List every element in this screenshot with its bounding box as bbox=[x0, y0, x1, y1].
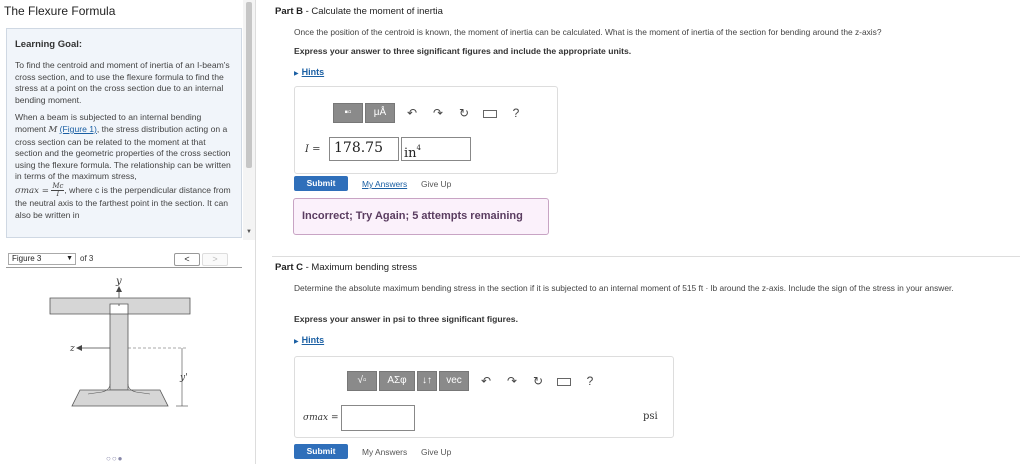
unit-exponent: 4 bbox=[416, 144, 421, 152]
right-panel: Part B - Calculate the moment of inertia… bbox=[262, 0, 1024, 464]
part-b-feedback: Incorrect; Try Again; 5 attempts remaini… bbox=[293, 198, 549, 235]
part-b-hints-link[interactable]: ▶ Hints bbox=[294, 67, 324, 77]
part-b-my-answers-link[interactable]: My Answers bbox=[362, 179, 407, 189]
next-figure-button[interactable]: > bbox=[202, 253, 228, 266]
part-c-question: Determine the absolute maximum bending s… bbox=[294, 283, 954, 293]
part-b-give-up-link[interactable]: Give Up bbox=[421, 179, 451, 189]
bottom-flange bbox=[71, 389, 169, 407]
previous-figure-button[interactable]: < bbox=[174, 253, 200, 266]
part-separator bbox=[272, 256, 1020, 257]
part-c-answer-box: √▫ ΑΣφ ↓↑ vec ↶ ↷ ↻ ? σmax = psi bbox=[294, 356, 674, 438]
part-b-hints-label: Hints bbox=[301, 67, 325, 77]
sigma-max-value-input[interactable] bbox=[341, 405, 415, 431]
part-c-submit-button[interactable]: Submit bbox=[294, 444, 348, 459]
expand-triangle-icon: ▶ bbox=[294, 339, 299, 345]
undo-icon[interactable]: ↶ bbox=[475, 371, 497, 391]
subscript-superscript-button[interactable]: ↓↑ bbox=[417, 371, 437, 391]
templates-button[interactable]: ▪▫ bbox=[333, 103, 363, 123]
top-flange bbox=[49, 297, 191, 315]
web bbox=[109, 313, 129, 391]
templates-button[interactable]: √▫ bbox=[347, 371, 377, 391]
formula-denominator: I bbox=[56, 189, 60, 198]
figure-navigation: Figure 3 ▼ of 3 < > bbox=[6, 252, 242, 268]
scrollbar-thumb[interactable] bbox=[246, 2, 252, 168]
undo-icon[interactable]: ↶ bbox=[401, 103, 423, 123]
units-button[interactable]: μÅ bbox=[365, 103, 395, 123]
moment-of-inertia-label: I = bbox=[305, 144, 321, 155]
part-c-hints-link[interactable]: ▶ Hints bbox=[294, 335, 324, 345]
unit-text: in bbox=[404, 146, 417, 161]
z-axis-label: z bbox=[69, 344, 75, 354]
figure-pager-dots[interactable]: ○○● bbox=[106, 454, 124, 463]
part-b-toolbar: ▪▫ μÅ ↶ ↷ ↻ ? bbox=[333, 103, 527, 123]
keyboard-icon[interactable] bbox=[553, 371, 575, 391]
redo-icon[interactable]: ↷ bbox=[427, 103, 449, 123]
figure-1-link[interactable]: (Figure 1) bbox=[60, 124, 97, 134]
symbols-button[interactable]: ΑΣφ bbox=[379, 371, 415, 391]
y-axis-label: y bbox=[115, 276, 122, 287]
dropdown-arrow-icon: ▼ bbox=[66, 255, 73, 262]
scroll-down-arrow-icon[interactable]: ▼ bbox=[246, 229, 252, 235]
learning-goal-paragraph-2: When a beam is subjected to an internal … bbox=[15, 112, 233, 221]
part-c-instruction: Express your answer in psi to three sign… bbox=[294, 314, 518, 324]
z-axis-arrowhead bbox=[76, 345, 82, 351]
part-c-my-answers-link[interactable]: My Answers bbox=[362, 447, 407, 457]
part-c-heading: - Maximum bending stress bbox=[302, 262, 418, 273]
i-beam-figure: y z y' bbox=[49, 276, 191, 407]
part-b-instruction: Express your answer to three significant… bbox=[294, 46, 632, 56]
ybar-label: y' bbox=[179, 373, 188, 383]
part-b-label: Part B bbox=[275, 6, 303, 17]
part-c-give-up-link[interactable]: Give Up bbox=[421, 447, 451, 457]
moment-of-inertia-value-input[interactable]: 178.75 bbox=[329, 137, 399, 161]
help-icon[interactable]: ? bbox=[579, 371, 601, 391]
part-c-label: Part C bbox=[275, 262, 303, 273]
panel-divider bbox=[255, 0, 256, 464]
learning-goal-heading: Learning Goal: bbox=[15, 39, 83, 50]
part-b-title: Part B - Calculate the moment of inertia bbox=[275, 6, 443, 17]
part-c-toolbar: √▫ ΑΣφ ↓↑ vec ↶ ↷ ↻ ? bbox=[347, 371, 601, 391]
psi-unit-label: psi bbox=[643, 411, 658, 422]
formula-lhs: σmax = bbox=[15, 185, 49, 196]
redo-icon[interactable]: ↷ bbox=[501, 371, 523, 391]
part-b-submit-button[interactable]: Submit bbox=[294, 176, 348, 191]
sigma-max-label: σmax = bbox=[303, 413, 339, 423]
part-b-answer-box: ▪▫ μÅ ↶ ↷ ↻ ? I = 178.75 in4 bbox=[294, 86, 558, 174]
vector-button[interactable]: vec bbox=[439, 371, 469, 391]
app-title: The Flexure Formula bbox=[4, 4, 116, 18]
expand-triangle-icon: ▶ bbox=[294, 71, 299, 77]
left-panel: The Flexure Formula Learning Goal: To fi… bbox=[0, 0, 255, 464]
part-c-hints-label: Hints bbox=[301, 335, 325, 345]
learning-goal-box: Learning Goal: To find the centroid and … bbox=[6, 28, 242, 238]
figure-select-value: Figure 3 bbox=[12, 254, 42, 263]
reset-icon[interactable]: ↻ bbox=[527, 371, 549, 391]
part-b-question: Once the position of the centroid is kno… bbox=[294, 27, 882, 37]
left-panel-scrollbar[interactable]: ▼ bbox=[243, 0, 255, 240]
moment-symbol: M bbox=[48, 124, 58, 135]
figure-select[interactable]: Figure 3 ▼ bbox=[8, 253, 76, 265]
learning-goal-text: To find the centroid and moment of inert… bbox=[15, 60, 230, 105]
moment-of-inertia-unit-input[interactable]: in4 bbox=[401, 137, 471, 161]
keyboard-icon[interactable] bbox=[479, 103, 501, 123]
figure-count: of 3 bbox=[80, 254, 94, 263]
reset-icon[interactable]: ↻ bbox=[453, 103, 475, 123]
part-b-heading: - Calculate the moment of inertia bbox=[302, 6, 443, 17]
part-c-title: Part C - Maximum bending stress bbox=[275, 262, 417, 273]
help-icon[interactable]: ? bbox=[505, 103, 527, 123]
formula-fraction: Mc I bbox=[51, 182, 65, 198]
